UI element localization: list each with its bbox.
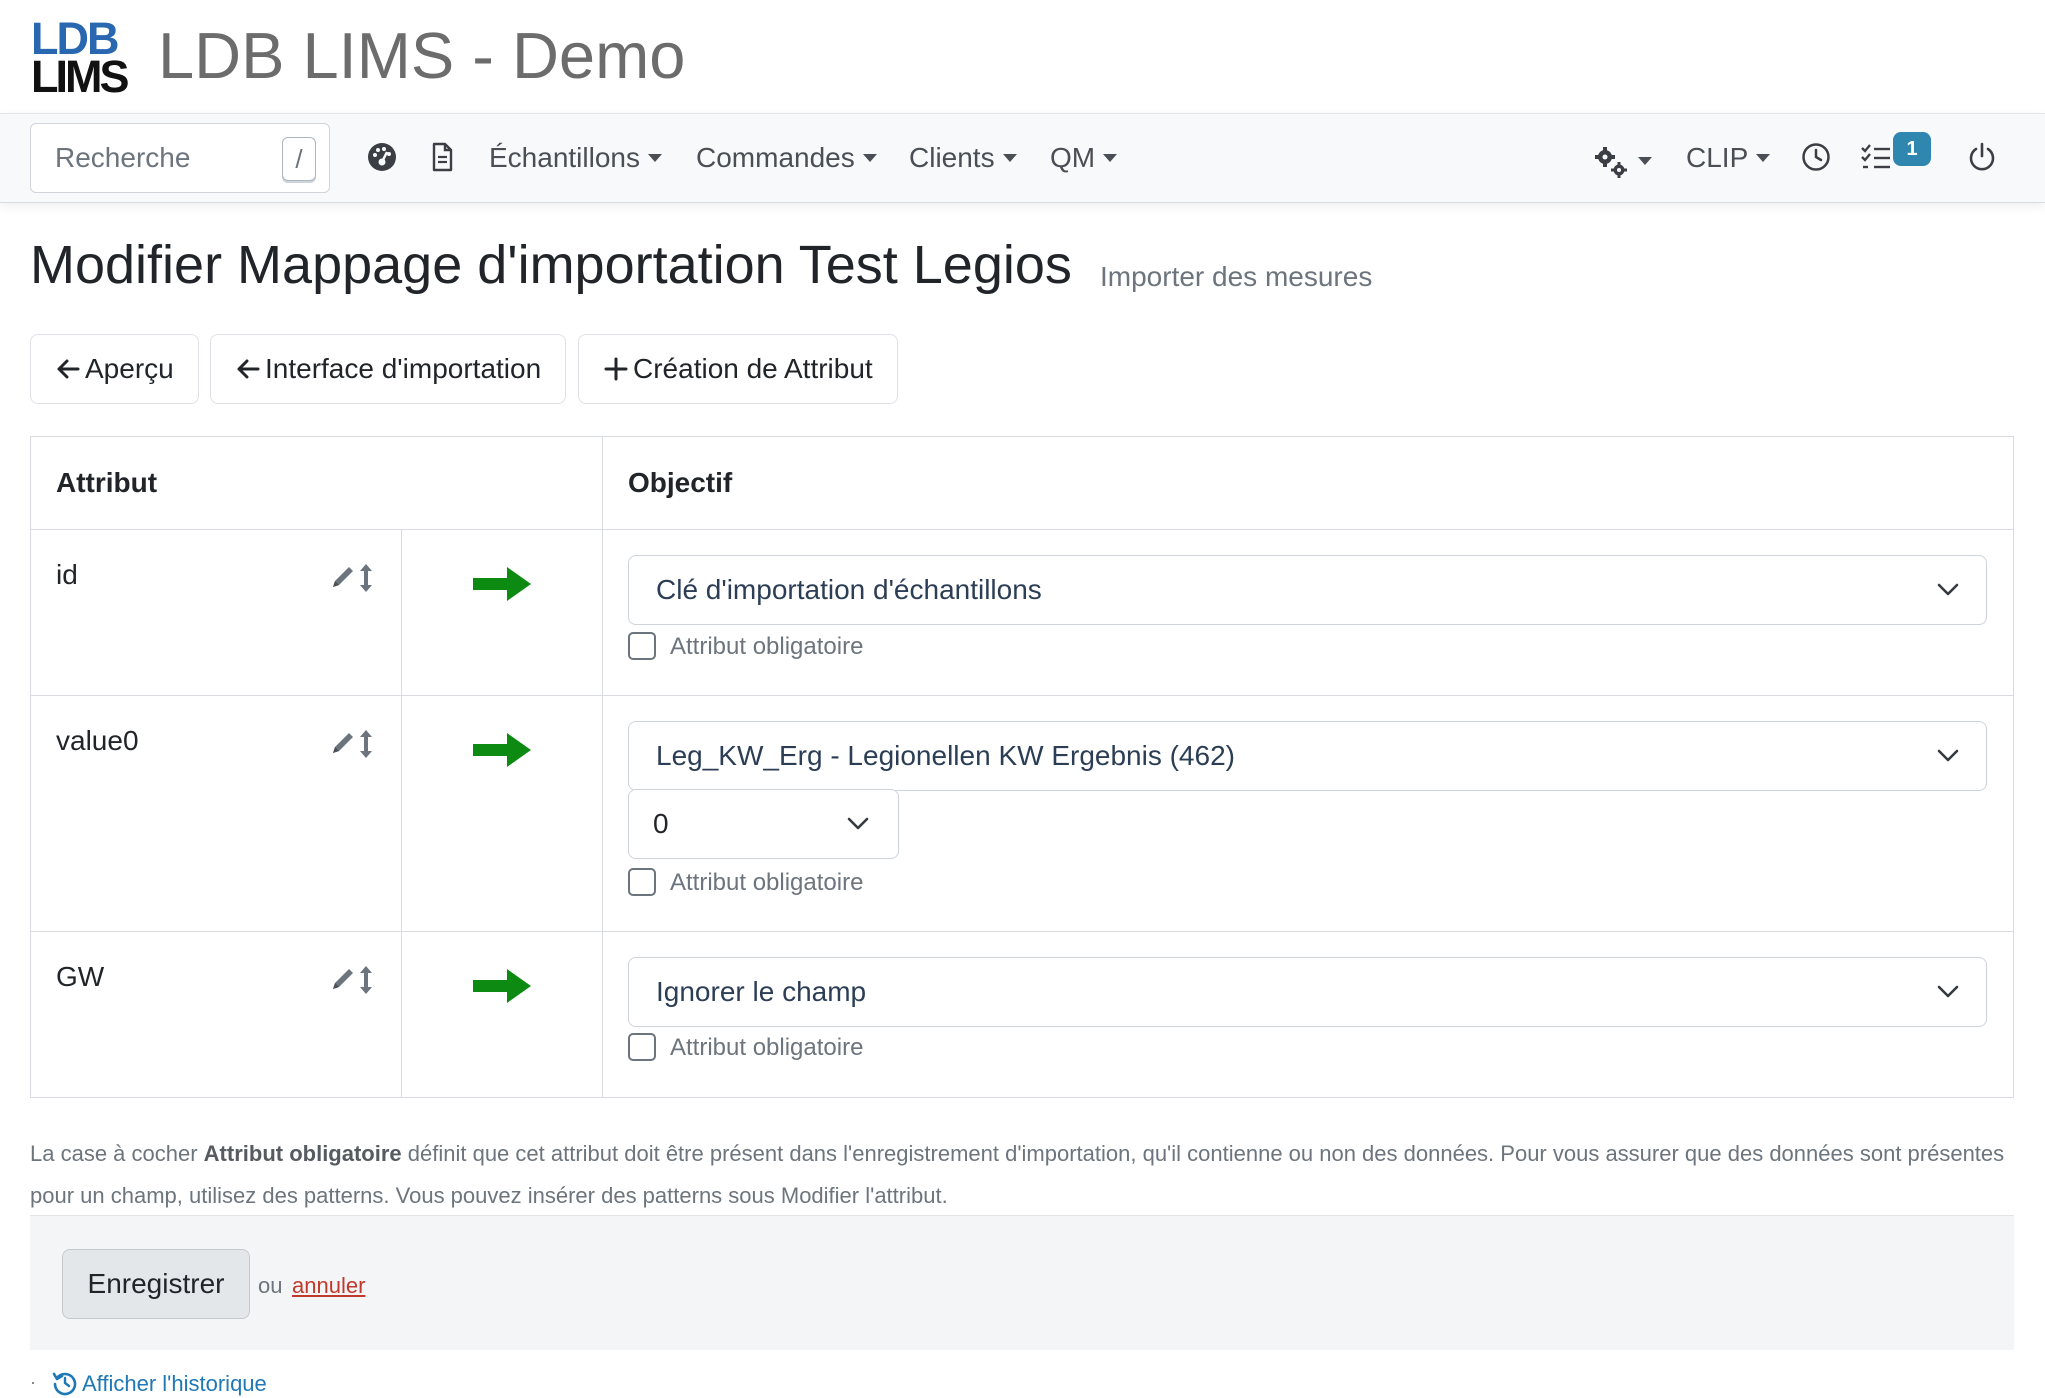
target-select[interactable]: Ignorer le champ (628, 957, 1987, 1027)
mandatory-label: Attribut obligatoire (670, 633, 864, 660)
header-target: Objectif (628, 467, 733, 498)
history-icon (52, 1372, 77, 1396)
index-select-value: 0 (653, 808, 669, 839)
nav-samples-label: Échantillons (489, 142, 640, 173)
chevron-down-icon (647, 153, 662, 162)
document-icon[interactable] (426, 141, 458, 173)
row-actions (329, 963, 379, 997)
overview-button[interactable]: Aperçu (30, 334, 199, 404)
index-select[interactable]: 0 (628, 789, 899, 859)
arrow-left-icon (57, 359, 80, 379)
attribute-name: id (56, 559, 78, 590)
app-logo[interactable]: LDB LIMS (31, 16, 129, 99)
help-bold: Attribut obligatoire (203, 1141, 402, 1166)
chevron-down-icon (1103, 153, 1118, 162)
search-box: / (30, 123, 330, 193)
overview-label: Aperçu (85, 353, 174, 384)
import-interface-button[interactable]: Interface d'importation (210, 334, 567, 404)
sort-icon (360, 966, 372, 994)
mandatory-label: Attribut obligatoire (670, 1034, 864, 1061)
pencil-icon (333, 733, 353, 753)
target-select[interactable]: Leg_KW_Erg - Legionellen KW Ergebnis (46… (628, 721, 1987, 791)
edit-reorder-icons[interactable] (329, 727, 379, 761)
create-attribute-label: Création de Attribut (633, 353, 873, 384)
row-actions (329, 727, 379, 761)
app-title: LDB LIMS - Demo (158, 19, 686, 92)
import-interface-label: Interface d'importation (265, 353, 542, 384)
chevron-down-icon (847, 817, 869, 830)
nav-samples[interactable]: Échantillons (489, 138, 662, 178)
chevron-down-icon (1937, 985, 1959, 998)
create-attribute-button[interactable]: Création de Attribut (578, 334, 898, 404)
save-button[interactable]: Enregistrer (62, 1249, 250, 1319)
search-input[interactable] (43, 136, 283, 180)
chevron-down-icon (1638, 156, 1652, 165)
history-link[interactable]: Afficher l'historique (52, 1370, 267, 1398)
help-text: La case à cocher Attribut obligatoire dé… (30, 1133, 2020, 1217)
target-select-value: Clé d'importation d'échantillons (656, 574, 1042, 605)
sort-icon (360, 564, 372, 592)
chevron-down-icon (1756, 153, 1771, 162)
target-select[interactable]: Clé d'importation d'échantillons (628, 555, 1987, 625)
arrow-right-icon (473, 567, 531, 601)
mapping-table: Attribut Objectif id Clé d'importation d… (30, 436, 2014, 1098)
cancel-link[interactable]: annuler (292, 1272, 365, 1300)
mandatory-checkbox[interactable] (628, 1033, 656, 1061)
power-icon[interactable] (1966, 141, 1998, 173)
attribute-name: value0 (56, 725, 139, 756)
row-divider (31, 931, 2013, 932)
arrow-right-icon (473, 733, 531, 767)
edit-reorder-icons[interactable] (329, 561, 379, 595)
user-label: CLIP (1686, 142, 1749, 173)
dashboard-icon[interactable] (366, 141, 398, 173)
column-divider (401, 529, 402, 1097)
app-header: LDB LIMS LDB LIMS - Demo (0, 0, 2045, 113)
attribute-name: GW (56, 961, 105, 992)
target-select-value: Leg_KW_Erg - Legionellen KW Ergebnis (46… (656, 740, 1235, 771)
page-title: Modifier Mappage d'importation Test Legi… (30, 235, 1072, 295)
nav-clients-label: Clients (909, 142, 995, 173)
settings-menu[interactable] (1594, 141, 1652, 181)
tasks-badge: 1 (1893, 132, 1931, 166)
plus-icon (604, 357, 628, 381)
nav-qm-label: QM (1050, 142, 1096, 173)
mandatory-label: Attribut obligatoire (670, 869, 864, 896)
row-divider (31, 529, 2013, 530)
arrow-left-icon (237, 359, 260, 379)
pencil-icon (333, 567, 353, 587)
logo-line2: LIMS (31, 51, 129, 102)
mandatory-checkbox[interactable] (628, 868, 656, 896)
nav-qm[interactable]: QM (1050, 138, 1118, 178)
column-divider (602, 437, 603, 1097)
chevron-down-icon (862, 153, 877, 162)
or-text: ou (258, 1273, 283, 1298)
nav-orders-label: Commandes (696, 142, 855, 173)
tasks-icon[interactable] (1860, 141, 1892, 173)
history-label: Afficher l'historique (82, 1371, 267, 1396)
footer-separator: · (30, 1372, 36, 1392)
form-actions: Enregistrer ou annuler (30, 1215, 2014, 1350)
pencil-icon (333, 969, 353, 989)
chevron-down-icon (1937, 583, 1959, 596)
edit-reorder-icons[interactable] (329, 963, 379, 997)
nav-orders[interactable]: Commandes (696, 138, 877, 178)
search-shortcut-key: / (282, 137, 316, 181)
sort-icon (360, 730, 372, 758)
mandatory-checkbox[interactable] (628, 632, 656, 660)
arrow-right-icon (473, 969, 531, 1003)
chevron-down-icon (1937, 749, 1959, 762)
header-attribute: Attribut (56, 467, 158, 498)
chevron-down-icon (1002, 153, 1017, 162)
row-actions (329, 561, 379, 595)
main-navbar: / Échantillons Commandes Clients QM (0, 113, 2045, 203)
gears-icon (1595, 146, 1627, 178)
help-part1: La case à cocher (30, 1141, 204, 1166)
clock-icon[interactable] (1800, 141, 1832, 173)
user-menu[interactable]: CLIP (1686, 138, 1771, 178)
page-subtitle: Importer des mesures (1100, 261, 1373, 292)
target-select-value: Ignorer le champ (656, 976, 867, 1007)
nav-clients[interactable]: Clients (909, 138, 1017, 178)
row-divider (31, 695, 2013, 696)
